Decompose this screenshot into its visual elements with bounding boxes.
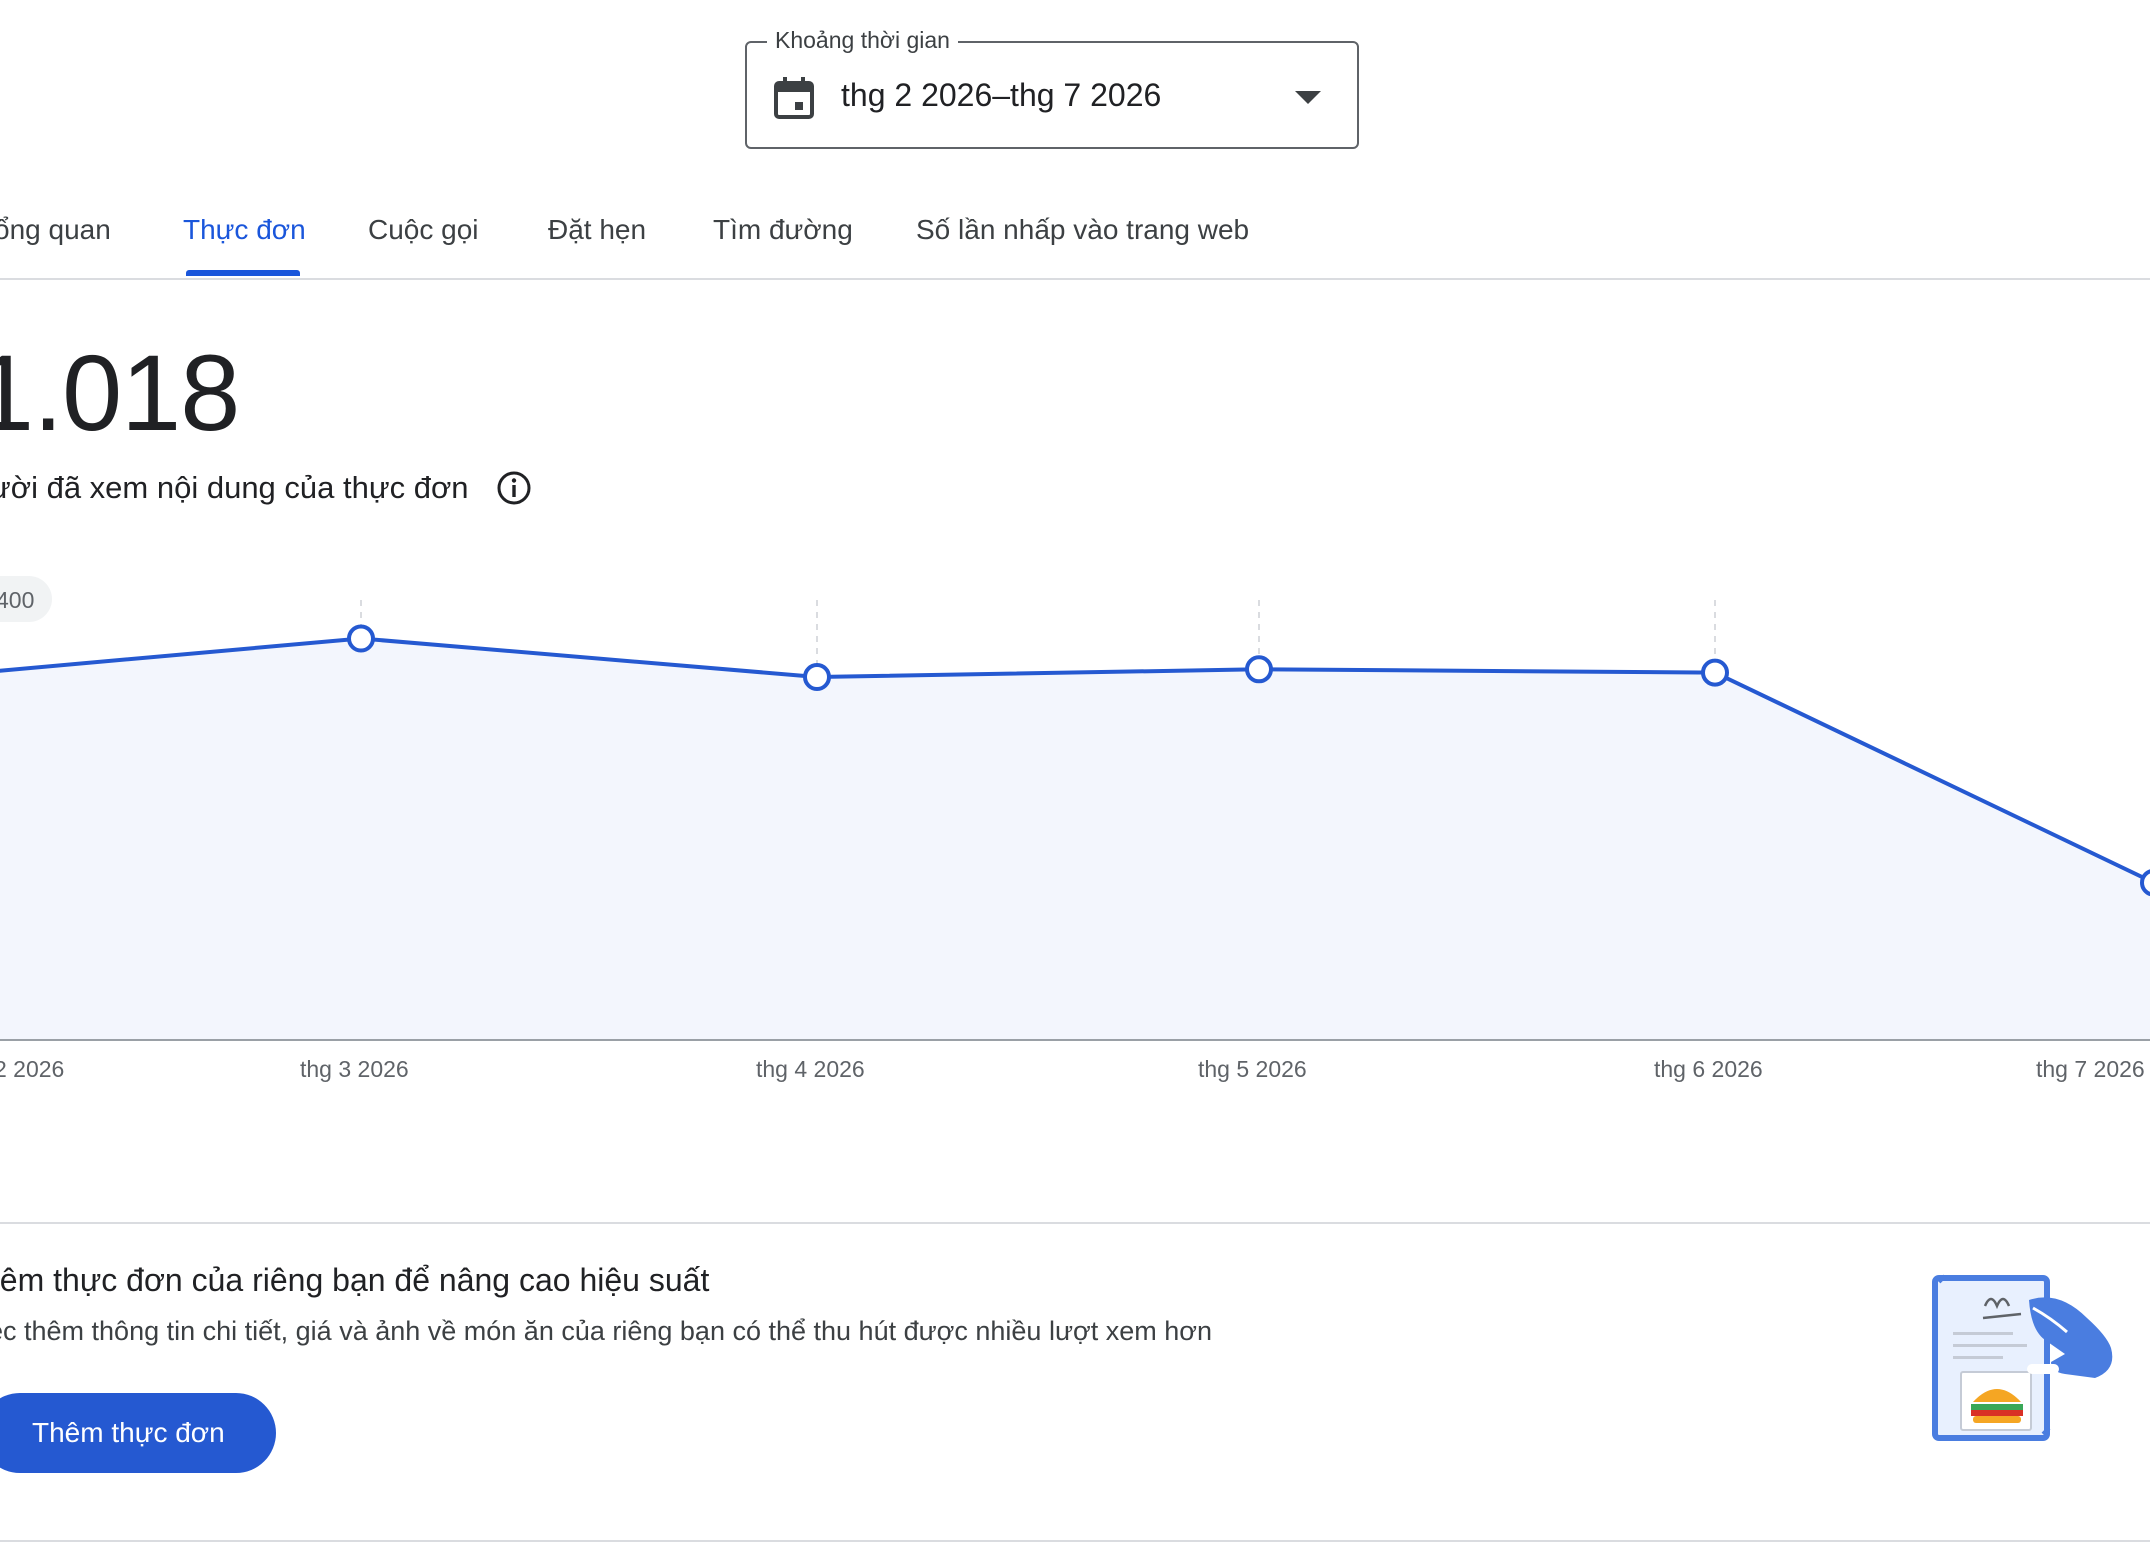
info-icon[interactable]	[496, 470, 532, 506]
data-point[interactable]	[1701, 658, 1729, 687]
tab-directions[interactable]: Tìm đường	[713, 214, 853, 246]
tab-website-clicks[interactable]: Số lần nhấp vào trang web	[916, 214, 1249, 246]
data-point[interactable]	[2140, 869, 2150, 897]
x-tick-label: thg 5 2026	[1198, 1056, 1307, 1082]
y-tick-label: 200	[0, 807, 35, 833]
active-tab-indicator	[186, 270, 300, 276]
data-point[interactable]	[1245, 655, 1273, 684]
calendar-icon	[774, 77, 814, 119]
series-line	[0, 636, 2150, 884]
data-point[interactable]	[347, 624, 375, 653]
series-area	[0, 638, 2150, 1040]
x-tick-label: thg 7 2026	[2036, 1056, 2145, 1082]
add-menu-button[interactable]: Thêm thực đơn	[0, 1393, 276, 1473]
metric-tabs: ổng quan Thực đơn Cuộc gọi Đặt hẹn Tìm đ…	[0, 196, 2150, 279]
tab-calls[interactable]: Cuộc gọi	[368, 214, 479, 246]
promo-title: hêm thực đơn của riêng bạn để nâng cao h…	[0, 1262, 710, 1298]
x-tick-label: 2 2026	[0, 1056, 65, 1082]
x-tick-label: thg 4 2026	[756, 1056, 865, 1082]
y-tick-label: 300	[0, 697, 35, 723]
metric-value: 1.018	[0, 332, 240, 453]
x-tick-label: thg 3 2026	[300, 1056, 409, 1082]
tab-overview[interactable]: ổng quan	[0, 214, 111, 246]
y-tick-label: 400	[0, 587, 35, 613]
data-point[interactable]	[803, 663, 831, 691]
tab-bookings[interactable]: Đặt hẹn	[548, 214, 646, 246]
date-range-value: thg 2 2026–thg 7 2026	[841, 77, 1162, 113]
metric-label: ười đã xem nội dung của thực đơn	[0, 470, 469, 505]
date-range-select[interactable]: Khoảng thời gian thg 2 2026–thg 7 2026	[745, 27, 1359, 149]
x-tick-label: thg 6 2026	[1654, 1056, 1763, 1082]
menu-burger-illustration	[1932, 1274, 2113, 1441]
tab-menu[interactable]: Thực đơn	[183, 214, 306, 246]
y-tick-label: 00	[0, 917, 22, 943]
promo-description: iệc thêm thông tin chi tiết, giá và ảnh …	[0, 1316, 1212, 1346]
arrow-drop-down-icon	[1295, 91, 1321, 104]
tabs-divider	[0, 278, 2150, 280]
date-range-legend: Khoảng thời gian	[767, 27, 958, 54]
